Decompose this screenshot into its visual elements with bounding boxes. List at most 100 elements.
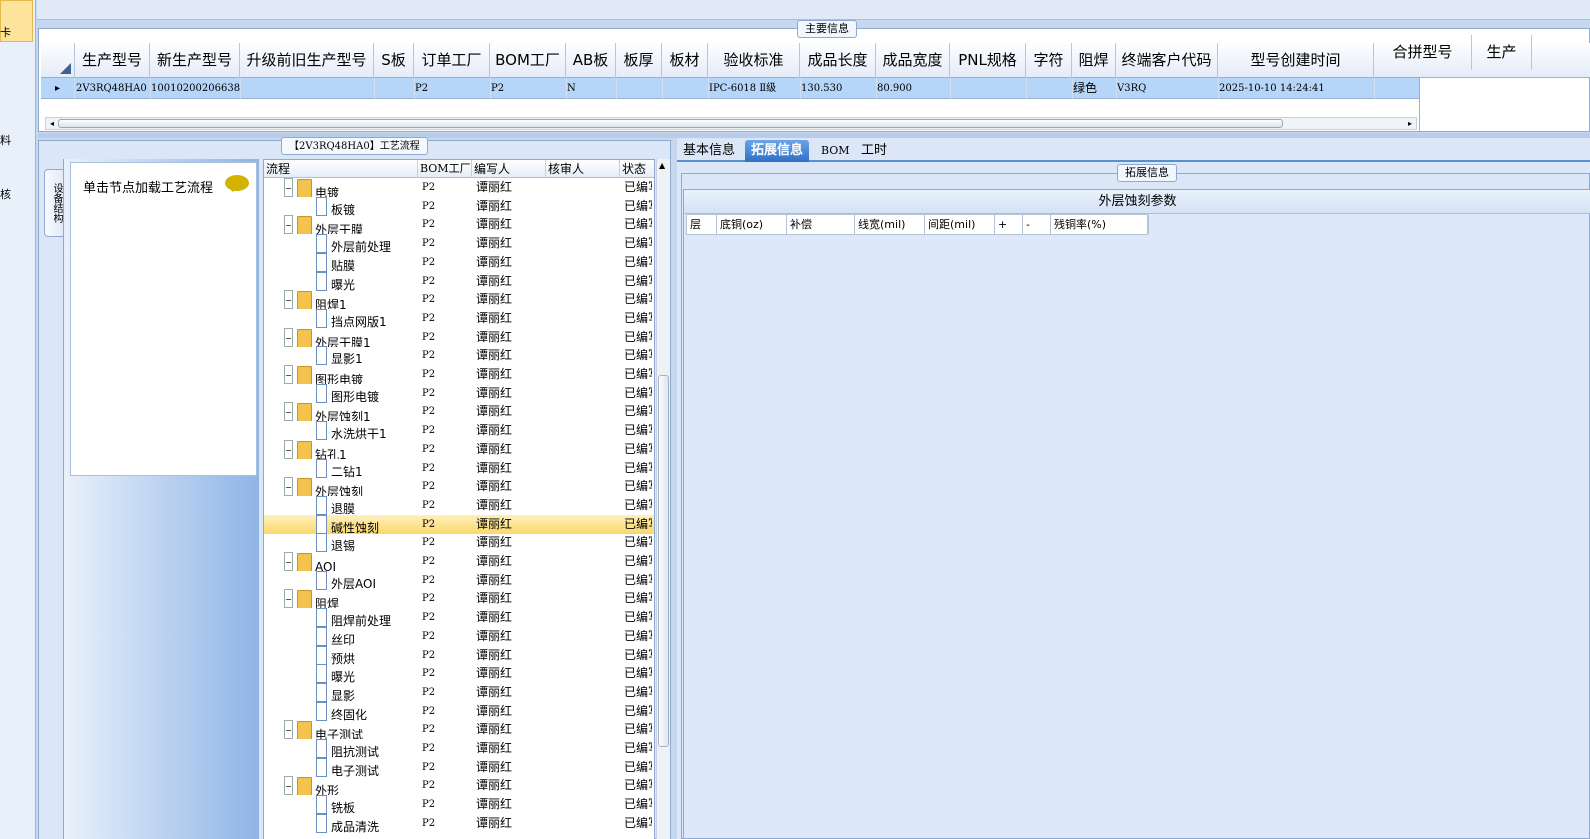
collapse-icon[interactable]: −	[284, 215, 293, 235]
main-col-header[interactable]: PNL规格	[950, 43, 1026, 78]
tree-row[interactable]: 显影1 P2 谭丽红 已编写	[264, 346, 654, 366]
main-row-cell[interactable]: N	[567, 78, 617, 99]
main-col-header[interactable]: 型号创建时间	[1218, 43, 1374, 78]
tree-node[interactable]: − 阻焊1	[284, 290, 347, 310]
main-col-header[interactable]: 成品长度	[800, 43, 876, 78]
main-row-cell[interactable]: 2025-10-10 14:24:41	[1219, 78, 1375, 99]
main-col-header[interactable]: BOM工厂	[490, 43, 566, 78]
main-col-header[interactable]: 板材	[662, 43, 708, 78]
tree-node[interactable]: − 电镀	[284, 178, 339, 197]
tree-col-reviewer[interactable]: 核审人	[546, 160, 620, 178]
collapse-icon[interactable]: −	[284, 589, 293, 609]
main-row-cell[interactable]: P2	[491, 78, 567, 99]
tree-row[interactable]: 退锡 P2 谭丽红 已编写	[264, 533, 654, 553]
main-col-header[interactable]: 生产型号	[75, 43, 150, 78]
tree-row[interactable]: 板镀 P2 谭丽红 已编写	[264, 196, 654, 216]
tree-node[interactable]: 板镀	[316, 196, 355, 216]
tree-node[interactable]: − 外层蚀刻1	[284, 402, 371, 422]
scrollbar-thumb[interactable]	[58, 119, 1283, 128]
collapse-icon[interactable]: −	[284, 402, 293, 422]
main-row-cell[interactable]	[1027, 78, 1073, 99]
scroll-left-arrow-icon[interactable]: ◂	[46, 118, 58, 129]
etch-col-header[interactable]: +	[995, 215, 1023, 234]
tree-node[interactable]: − 钻孔1	[284, 439, 347, 459]
main-col-header[interactable]: 阻焊	[1072, 43, 1116, 78]
main-row-cell[interactable]: 绿色	[1073, 78, 1117, 99]
tree-row[interactable]: − 阻焊 P2 谭丽红 已编写	[264, 589, 654, 609]
main-col-header[interactable]: 字符	[1026, 43, 1072, 78]
collapse-icon[interactable]: −	[284, 439, 293, 459]
tree-row[interactable]: − 电子测试 P2 谭丽红 已编写	[264, 720, 654, 740]
tree-row[interactable]: − 阻焊1 P2 谭丽红 已编写	[264, 290, 654, 310]
tree-col-writer[interactable]: 编写人	[472, 160, 546, 178]
tree-row[interactable]: 阻焊前处理 P2 谭丽红 已编写	[264, 608, 654, 628]
tree-node[interactable]: 挡点网版1	[316, 308, 387, 328]
etch-col-header[interactable]: 底铜(oz)	[717, 215, 787, 234]
tree-row[interactable]: 成品清洗 P2 谭丽红 已编写	[264, 813, 654, 833]
main-row-cell[interactable]	[663, 78, 709, 99]
collapse-icon[interactable]: −	[284, 477, 293, 497]
tree-row[interactable]: 外层前处理 P2 谭丽红 已编写	[264, 234, 654, 254]
row-select-corner[interactable]	[41, 43, 75, 78]
main-row-cell[interactable]: 80.900	[877, 78, 951, 99]
tree-row[interactable]: 电子测试 P2 谭丽红 已编写	[264, 757, 654, 777]
tree-row[interactable]: − 钻孔1 P2 谭丽红 已编写	[264, 439, 654, 459]
main-row-cell[interactable]	[375, 78, 415, 99]
tree-row[interactable]: − AOI P2 谭丽红 已编写	[264, 552, 654, 571]
main-col-header[interactable]: 板厚	[616, 43, 662, 78]
main-row-cell[interactable]	[617, 78, 663, 99]
left-strip-label-material[interactable]: 料	[0, 132, 11, 148]
tree-row[interactable]: 曝光 P2 谭丽红 已编写	[264, 271, 654, 291]
tree-row[interactable]: 外层AOI P2 谭丽红 已编写	[264, 570, 654, 590]
main-row-cell[interactable]: 10010200206638	[151, 78, 241, 99]
collapse-icon[interactable]: −	[284, 365, 293, 384]
tree-row[interactable]: 阻抗测试 P2 谭丽红 已编写	[264, 739, 654, 758]
main-col-header[interactable]: 生产	[1472, 35, 1532, 70]
tree-node[interactable]: 碱性蚀刻	[316, 514, 379, 534]
tree-row[interactable]: 曝光 P2 谭丽红 已编写	[264, 664, 654, 684]
tree-node[interactable]: 显影	[316, 682, 355, 702]
tree-row[interactable]: 终固化 P2 谭丽红 已编写	[264, 701, 654, 721]
tree-row[interactable]: 图形电镀 P2 谭丽红 已编写	[264, 383, 654, 403]
tab-basic-info[interactable]: 基本信息	[677, 140, 741, 162]
tree-row[interactable]: 水洗烘干1 P2 谭丽红 已编写	[264, 421, 654, 441]
main-col-header[interactable]: AB板	[566, 43, 616, 78]
tree-node[interactable]: − 阻焊	[284, 589, 339, 609]
main-col-header[interactable]: 合拼型号	[1374, 35, 1472, 70]
tree-node[interactable]: 外层AOI	[316, 570, 376, 590]
left-strip-label-review[interactable]: 核	[0, 186, 11, 202]
tree-row[interactable]: 丝印 P2 谭丽红 已编写	[264, 626, 654, 646]
tree-node[interactable]: − 外形	[284, 776, 339, 796]
etch-col-header[interactable]: 残铜率(%)	[1051, 215, 1149, 234]
tree-node[interactable]: − 外层干膜1	[284, 327, 371, 347]
etch-col-header[interactable]: 层	[687, 215, 717, 234]
tree-row[interactable]: 挡点网版1 P2 谭丽红 已编写	[264, 308, 654, 328]
tree-row[interactable]: 铣板 P2 谭丽红 已编写	[264, 795, 654, 815]
main-col-header[interactable]: 终端客户代码	[1116, 43, 1218, 78]
tree-row[interactable]: − 图形电镀 P2 谭丽红 已编写	[264, 365, 654, 384]
tree-row[interactable]: − 外层干膜 P2 谭丽红 已编写	[264, 215, 654, 235]
main-col-header[interactable]: 新生产型号	[150, 43, 240, 78]
tree-node[interactable]: − 外层蚀刻	[284, 477, 363, 497]
collapse-icon[interactable]: −	[284, 178, 293, 197]
main-col-header[interactable]: 升级前旧生产型号	[240, 43, 374, 78]
collapse-icon[interactable]: −	[284, 776, 293, 796]
tree-row[interactable]: − 外层干膜1 P2 谭丽红 已编写	[264, 327, 654, 347]
tree-row[interactable]: − 外形 P2 谭丽红 已编写	[264, 776, 654, 796]
tree-node[interactable]: 水洗烘干1	[316, 421, 387, 441]
main-col-header[interactable]: 验收标准	[708, 43, 800, 78]
collapse-icon[interactable]: −	[284, 290, 293, 310]
tree-vertical-scrollbar[interactable]: ▲	[656, 159, 670, 839]
tree-row[interactable]: − 外层蚀刻 P2 谭丽红 已编写	[264, 477, 654, 497]
etch-col-header[interactable]: 补偿	[787, 215, 855, 234]
tree-node[interactable]: 阻焊前处理	[316, 608, 391, 628]
tree-row[interactable]: 贴膜 P2 谭丽红 已编写	[264, 252, 654, 272]
tree-row[interactable]: 预烘 P2 谭丽红 已编写	[264, 645, 654, 665]
tree-col-flow[interactable]: 流程	[264, 160, 418, 178]
main-row-cell[interactable]	[951, 78, 1027, 99]
tree-node[interactable]: 成品清洗	[316, 813, 379, 833]
tree-node[interactable]: 二钻1	[316, 458, 363, 478]
tree-node[interactable]: 铣板	[316, 795, 355, 815]
main-row-cell[interactable]: IPC-6018 Ⅱ级	[709, 78, 801, 99]
tree-node[interactable]: − 图形电镀	[284, 365, 363, 384]
